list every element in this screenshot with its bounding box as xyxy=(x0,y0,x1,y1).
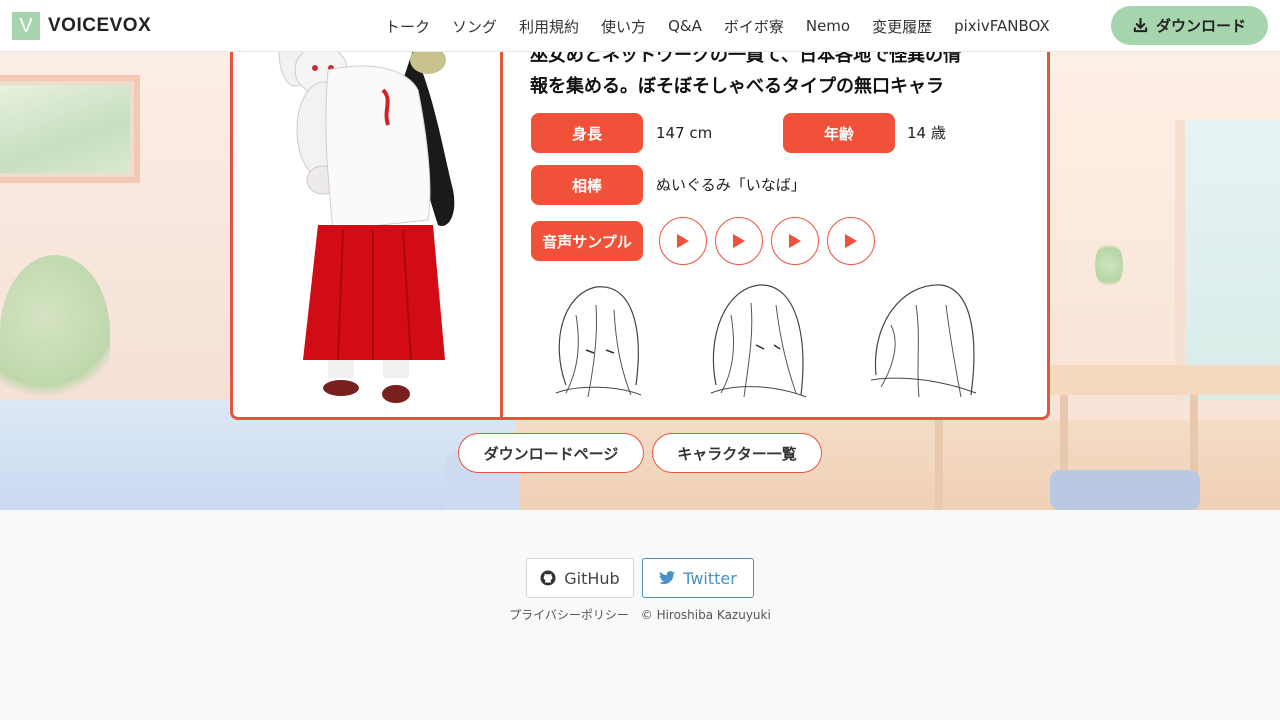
description-line: 報を集める。ぼそぼそしゃべるタイプの無口キャラ xyxy=(530,76,944,97)
character-card: 巫女めとネットワークの一員て、日本各地で怪異の情 報を集める。ぼそぼそしゃべるタ… xyxy=(230,30,1050,420)
logo-icon: V xyxy=(12,12,40,40)
logo-text: VOICEVOX xyxy=(48,15,152,36)
voice-sample-play-button[interactable] xyxy=(771,217,819,265)
nav-voiboryo[interactable]: ボイボ寮 xyxy=(724,16,784,37)
download-label: ダウンロード xyxy=(1155,17,1246,35)
voice-sample-tag: 音声サンプル xyxy=(531,221,643,261)
twitter-label: Twitter xyxy=(683,568,737,588)
main-nav: トーク ソング 利用規約 使い方 Q&A ボイボ寮 Nemo 変更履歴 pixi… xyxy=(374,0,1061,52)
voice-sample-play-button[interactable] xyxy=(827,217,875,265)
nav-howto[interactable]: 使い方 xyxy=(601,16,646,37)
plant xyxy=(1095,240,1123,290)
character-portrait xyxy=(233,30,503,417)
nav-fanbox[interactable]: pixivFANBOX xyxy=(954,17,1050,35)
privacy-policy-link[interactable]: プライバシーポリシー xyxy=(509,608,629,622)
site-logo[interactable]: V VOICEVOX xyxy=(12,12,151,40)
download-button[interactable]: ダウンロード xyxy=(1111,6,1268,45)
nav-changelog[interactable]: 変更履歴 xyxy=(872,16,932,37)
download-icon xyxy=(1133,18,1148,33)
nav-terms[interactable]: 利用規約 xyxy=(519,16,579,37)
hair-sketch-front xyxy=(555,286,642,398)
play-icon xyxy=(677,234,689,248)
height-value: 147 cm xyxy=(656,124,713,142)
picture-frame xyxy=(0,75,140,183)
age-value: 14 歳 xyxy=(907,124,946,142)
footer-meta: プライバシーポリシー © Hiroshiba Kazuyuki xyxy=(0,606,1280,623)
voice-sample-play-button[interactable] xyxy=(659,217,707,265)
character-illustration xyxy=(278,30,455,403)
character-details: 巫女めとネットワークの一員て、日本各地で怪異の情 報を集める。ぼそぼそしゃべるタ… xyxy=(506,30,1047,417)
play-icon xyxy=(845,234,857,248)
chair-seat xyxy=(1050,470,1200,510)
nav-song[interactable]: ソング xyxy=(452,16,497,37)
partner-value: ぬいぐるみ「いなば」 xyxy=(656,176,806,194)
twitter-icon xyxy=(659,571,676,585)
height-tag: 身長 xyxy=(531,113,643,153)
github-button[interactable]: GitHub xyxy=(526,558,634,598)
play-icon xyxy=(789,234,801,248)
table xyxy=(1040,365,1280,395)
character-list-button[interactable]: キャラクター一覧 xyxy=(652,433,822,473)
download-page-button[interactable]: ダウンロードページ xyxy=(458,433,644,473)
site-header: V VOICEVOX トーク ソング 利用規約 使い方 Q&A ボイボ寮 Nem… xyxy=(0,0,1280,52)
window xyxy=(1175,120,1280,400)
hair-sketch-angle xyxy=(710,284,807,398)
github-label: GitHub xyxy=(564,568,620,588)
nav-qa[interactable]: Q&A xyxy=(668,17,702,35)
partner-tag: 相棒 xyxy=(531,165,643,205)
nav-talk[interactable]: トーク xyxy=(385,16,430,37)
nav-nemo[interactable]: Nemo xyxy=(806,17,850,35)
copyright-text: © Hiroshiba Kazuyuki xyxy=(640,608,771,622)
plant xyxy=(0,255,110,410)
voice-sample-play-button[interactable] xyxy=(715,217,763,265)
github-icon xyxy=(540,570,556,586)
twitter-button[interactable]: Twitter xyxy=(642,558,754,598)
hair-sketch-side xyxy=(870,284,977,398)
play-icon xyxy=(733,234,745,248)
age-tag: 年齢 xyxy=(783,113,895,153)
